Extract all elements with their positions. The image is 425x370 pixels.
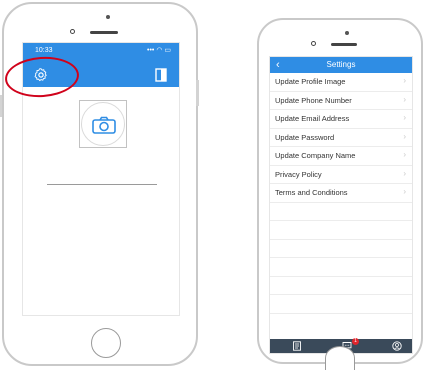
status-time: 10:33 <box>35 47 53 54</box>
earpiece-speaker <box>331 43 357 46</box>
menu-item-update-email-address[interactable]: Update Email Address › <box>270 110 412 129</box>
camera-icon[interactable] <box>92 116 116 134</box>
document-icon[interactable] <box>292 341 302 351</box>
menu-item-update-password[interactable]: Update Password › <box>270 129 412 147</box>
menu-item-label: Update Phone Number <box>275 95 352 105</box>
profile-icon[interactable] <box>392 341 402 351</box>
home-button <box>91 328 121 358</box>
menu-item-label: Update Password <box>275 132 335 142</box>
menu-item-terms-and-conditions[interactable]: Terms and Conditions › <box>270 184 412 203</box>
empty-row <box>270 258 412 277</box>
chevron-right-icon: › <box>403 94 406 104</box>
settings-header: ‹ Settings <box>270 57 412 73</box>
chevron-right-icon: › <box>403 187 406 196</box>
chevron-right-icon: › <box>403 150 406 159</box>
chevron-right-icon: › <box>403 76 406 85</box>
menu-item-update-company-name[interactable]: Update Company Name › <box>270 147 412 166</box>
empty-row <box>270 295 412 314</box>
volume-button <box>0 95 2 117</box>
notification-badge: 1 <box>352 338 359 345</box>
menu-item-label: Update Company Name <box>275 151 356 160</box>
sensor-dot <box>345 31 349 35</box>
chevron-right-icon: › <box>403 168 406 178</box>
menu-item-label: Terms and Conditions <box>275 188 348 197</box>
front-camera <box>311 41 316 46</box>
power-button <box>196 80 199 106</box>
empty-row <box>270 203 412 221</box>
front-camera <box>70 29 75 34</box>
divider-line <box>47 184 157 185</box>
earpiece-speaker <box>90 31 118 34</box>
menu-item-label: Update Profile Image <box>275 77 346 86</box>
chevron-right-icon: › <box>403 113 406 122</box>
bookmark-icon[interactable] <box>155 68 167 82</box>
page-title: Settings <box>326 60 356 69</box>
empty-row <box>270 277 412 295</box>
menu-item-update-phone-number[interactable]: Update Phone Number › <box>270 92 412 110</box>
menu-item-label: Update Email Address <box>275 114 350 123</box>
sensor-dot <box>106 15 110 19</box>
settings-menu: Update Profile Image › Update Phone Numb… <box>270 73 412 314</box>
menu-item-label: Privacy Policy <box>275 169 322 179</box>
chevron-right-icon: › <box>403 131 406 141</box>
menu-item-privacy-policy[interactable]: Privacy Policy › <box>270 166 412 184</box>
profile-photo-box[interactable] <box>79 100 127 148</box>
empty-row <box>270 240 412 258</box>
empty-row <box>270 221 412 240</box>
settings-screen: ‹ Settings Update Profile Image › Update… <box>269 56 413 354</box>
menu-item-update-profile-image[interactable]: Update Profile Image › <box>270 73 412 92</box>
status-icons: ••• ◠ ▭ <box>147 47 171 54</box>
home-button <box>325 346 355 370</box>
